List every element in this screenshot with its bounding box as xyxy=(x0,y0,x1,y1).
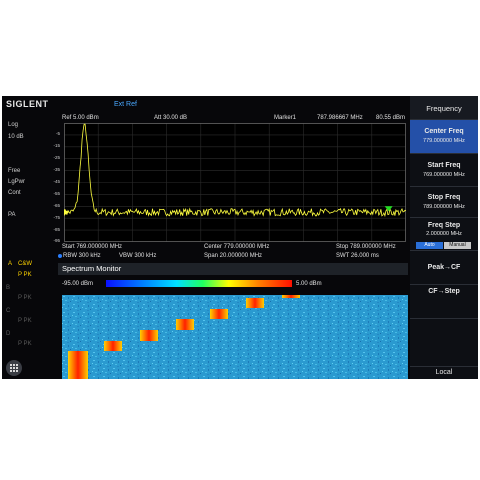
y-tick-label: -95 xyxy=(53,238,60,243)
sweep-time: SWT 26.000 ms xyxy=(336,253,379,259)
y-tick-label: -75 xyxy=(53,215,60,220)
scale-div: 10 dB xyxy=(8,134,24,140)
colorbar-max-label: 5.00 dBm xyxy=(296,281,322,287)
menu-title-frequency: Frequency xyxy=(410,96,478,120)
rbw-dot-icon xyxy=(58,254,62,258)
trace-b-label[interactable]: B xyxy=(6,285,10,291)
ref-level[interactable]: Ref 5.00 dBm xyxy=(62,115,99,121)
trace-a-mode: C&W xyxy=(18,261,32,267)
local-label: Local xyxy=(435,369,453,376)
step-auto-option[interactable]: Auto xyxy=(416,242,443,249)
trace-d-label[interactable]: D xyxy=(6,331,10,337)
sweep-mode: Cont xyxy=(8,190,21,196)
start-freq-value: 769.000000 MHz xyxy=(423,172,465,178)
preamp-indicator: PA xyxy=(8,212,16,218)
cf-to-step-label: CF→Step xyxy=(428,288,460,295)
freq-step-value: 2.000000 MHz xyxy=(426,231,462,237)
stop-freq-value: 789.000000 MHz xyxy=(423,204,465,210)
step-manual-option[interactable]: Manual xyxy=(444,242,471,249)
softkey-panel: Frequency Center Freq 779.000000 MHz Sta… xyxy=(410,96,478,379)
y-tick-label: -25 xyxy=(53,155,60,160)
spectrogram-svg xyxy=(62,295,408,379)
spectrum-plot[interactable] xyxy=(63,123,407,242)
freq-step-label: Freq Step xyxy=(427,222,461,229)
color-scale-bar xyxy=(106,280,292,287)
home-grid-icon[interactable] xyxy=(6,360,22,376)
vbw-value: VBW 300 kHz xyxy=(119,253,157,259)
trace-c-detector: P PK xyxy=(18,318,32,324)
center-freq-label: Center Freq xyxy=(424,128,464,135)
cf-to-step-key[interactable]: CF→Step xyxy=(410,285,478,319)
y-tick-label: -15 xyxy=(53,143,60,148)
stop-frequency: Stop 789.000000 MHz xyxy=(336,244,396,250)
menu-title: Frequency xyxy=(426,104,462,113)
analyzer-screen: SIGLENT Ext Ref Log 10 dB Free LgPwr Con… xyxy=(2,96,478,379)
trace-a-label[interactable]: A xyxy=(8,261,12,267)
stop-freq-key[interactable]: Stop Freq 789.000000 MHz xyxy=(410,187,478,218)
marker-label: Marker1 xyxy=(274,115,297,121)
ext-ref-indicator: Ext Ref xyxy=(114,101,137,108)
siglent-logo: SIGLENT xyxy=(6,99,49,109)
freq-step-key[interactable]: Freq Step 2.000000 MHz Auto Manual xyxy=(410,218,478,251)
spectrum-monitor-title: Spectrum Monitor xyxy=(62,264,122,273)
attenuation[interactable]: Att 30.00 dB xyxy=(154,115,187,121)
spectrum-plot-svg xyxy=(63,123,407,242)
rbw-value: RBW 300 kHz xyxy=(63,253,101,259)
start-freq-key[interactable]: Start Freq 769.000000 MHz xyxy=(410,154,478,187)
peak-to-cf-key[interactable]: Peak→CF xyxy=(410,251,478,285)
trace-d-detector: P PK xyxy=(18,341,32,347)
peak-to-cf-label: Peak→CF xyxy=(427,264,461,271)
start-freq-label: Start Freq xyxy=(427,162,461,169)
y-tick-label: -45 xyxy=(53,179,60,184)
center-freq-value: 779.000000 MHz xyxy=(423,138,465,144)
center-freq-key[interactable]: Center Freq 779.000000 MHz xyxy=(410,120,478,154)
trace-c-label[interactable]: C xyxy=(6,308,10,314)
start-frequency: Start 769.000000 MHz xyxy=(62,244,123,250)
marker-frequency: 787.986667 MHz xyxy=(317,115,363,121)
spectrogram[interactable] xyxy=(62,295,408,379)
avg-type: LgPwr xyxy=(8,179,26,185)
spectrum-monitor-header: Spectrum Monitor xyxy=(58,263,408,275)
trigger-mode: Free xyxy=(8,168,21,174)
y-tick-label: -55 xyxy=(53,191,60,196)
scale-type: Log xyxy=(8,122,19,128)
marker-level: 80.55 dBm xyxy=(376,115,406,121)
trace-b-detector: P PK xyxy=(18,295,32,301)
span-value: Span 20.000000 MHz xyxy=(204,253,263,259)
y-tick-label: -5 xyxy=(55,131,60,136)
y-tick-label: -85 xyxy=(53,227,60,232)
stop-freq-label: Stop Freq xyxy=(427,194,461,201)
center-frequency: Center 779.000000 MHz xyxy=(204,244,270,250)
local-key[interactable]: Local xyxy=(410,367,478,379)
y-tick-label: -35 xyxy=(53,167,60,172)
trace-a-detector: P PK xyxy=(18,272,32,278)
y-tick-label: -65 xyxy=(53,203,60,208)
colorbar-min-label: -95.00 dBm xyxy=(62,281,94,287)
empty-softkey xyxy=(410,319,478,367)
